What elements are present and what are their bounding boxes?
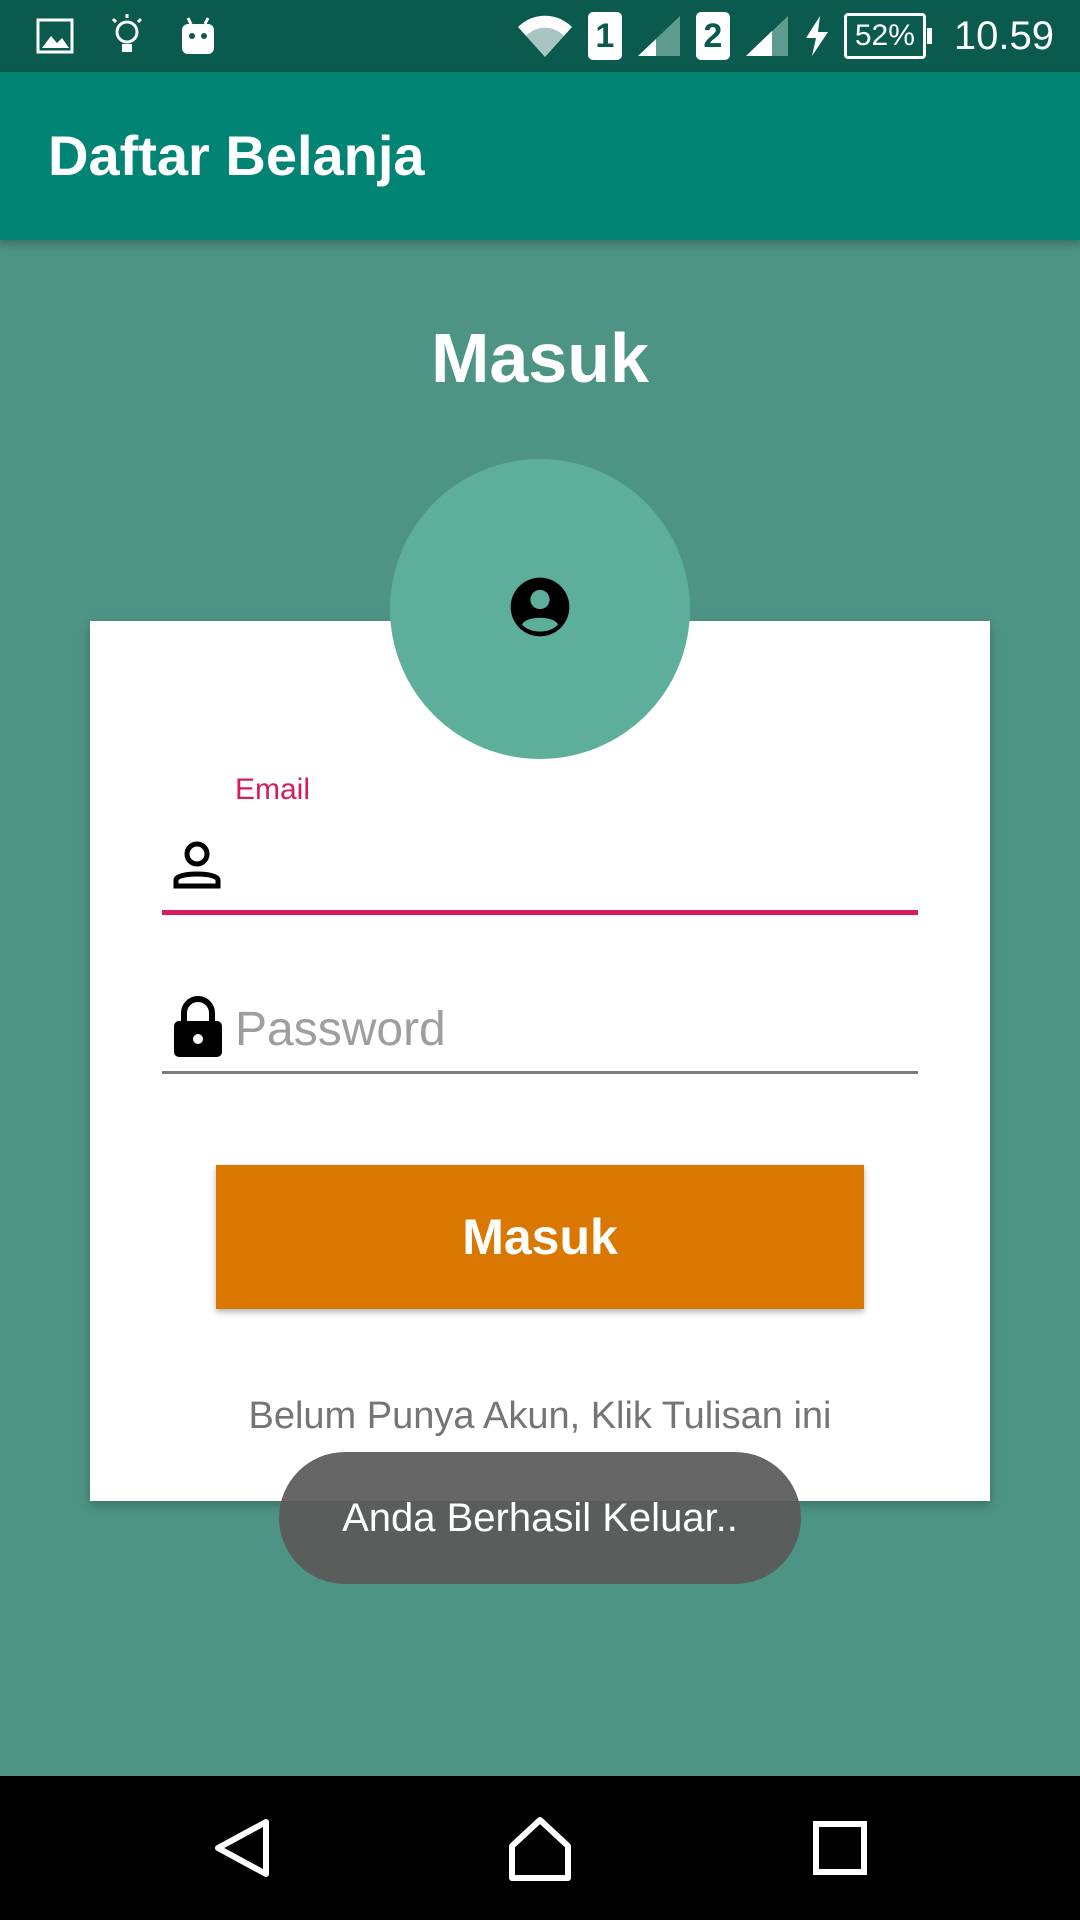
- charging-icon: [804, 16, 830, 56]
- email-label: Email: [235, 773, 311, 806]
- account-circle-icon: [508, 575, 572, 644]
- toast-message: Anda Berhasil Keluar..: [342, 1495, 738, 1540]
- signal-icon: [744, 14, 790, 58]
- password-field[interactable]: [162, 988, 918, 1074]
- clock: 10.59: [953, 13, 1054, 58]
- email-underline: [162, 910, 918, 915]
- home-icon[interactable]: [504, 1812, 576, 1884]
- login-button[interactable]: Masuk: [216, 1165, 864, 1309]
- wifi-icon: [516, 13, 574, 59]
- battery-icon: 52%: [843, 13, 932, 59]
- battery-percent: 52%: [854, 19, 915, 52]
- password-input[interactable]: [235, 996, 905, 1062]
- page-title: Masuk: [431, 319, 649, 397]
- email-field[interactable]: Email: [162, 765, 918, 915]
- person-icon: [172, 840, 222, 895]
- password-underline: [162, 1071, 918, 1074]
- recent-apps-icon[interactable]: [804, 1812, 876, 1884]
- lightbulb-icon: [110, 14, 144, 58]
- navigation-bar: [0, 1776, 1080, 1920]
- app-title: Daftar Belanja: [48, 124, 425, 187]
- signal-icon: [636, 14, 682, 58]
- email-input[interactable]: [235, 835, 905, 901]
- register-link[interactable]: Belum Punya Akun, Klik Tulisan ini: [0, 1395, 1080, 1438]
- avatar: [390, 459, 690, 759]
- app-bar: Daftar Belanja: [0, 72, 1080, 240]
- status-bar: 1 2 52% 10.59: [0, 0, 1080, 72]
- sim2-badge: 2: [695, 12, 730, 60]
- sim1-badge: 1: [587, 12, 622, 60]
- lock-icon: [172, 995, 224, 1064]
- back-icon[interactable]: [206, 1812, 278, 1884]
- toast: Anda Berhasil Keluar..: [279, 1452, 801, 1584]
- android-icon: [180, 16, 216, 56]
- gallery-icon: [36, 18, 74, 54]
